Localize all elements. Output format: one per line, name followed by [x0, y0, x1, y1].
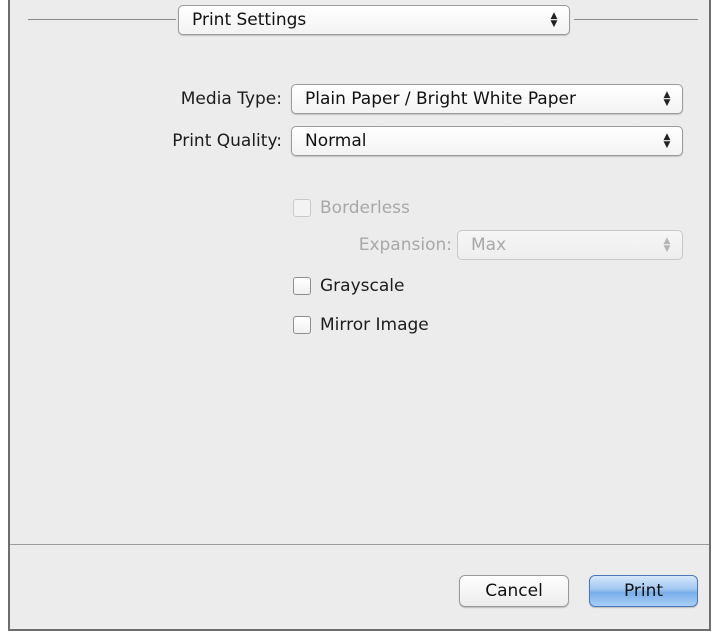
print-dialog: Print Settings ▲ ▼ Media Type: Plain Pape… — [8, 0, 711, 631]
print-quality-value: Normal — [305, 131, 367, 151]
cancel-button-label: Cancel — [485, 581, 543, 601]
borderless-label: Borderless — [320, 198, 410, 218]
expansion-label: Expansion: — [358, 235, 452, 255]
header-separator-left — [28, 19, 176, 20]
print-button-label: Print — [623, 581, 664, 601]
mirror-image-label: Mirror Image — [320, 315, 429, 335]
print-button[interactable]: Print — [589, 575, 698, 607]
borderless-checkbox[interactable] — [293, 199, 311, 217]
mirror-image-checkbox[interactable] — [293, 316, 311, 334]
panel-selector-value: Print Settings — [192, 10, 307, 30]
panel-selector-popup[interactable]: Print Settings ▲ ▼ — [178, 5, 570, 35]
media-type-value: Plain Paper / Bright White Paper — [305, 89, 576, 109]
grayscale-label: Grayscale — [320, 276, 405, 296]
media-type-label: Media Type: — [180, 89, 282, 109]
up-down-arrows-icon: ▲ ▼ — [550, 11, 558, 29]
expansion-popup[interactable]: Max ▲ ▼ — [457, 230, 683, 260]
cancel-button[interactable]: Cancel — [459, 575, 569, 607]
print-quality-label: Print Quality: — [172, 131, 282, 151]
up-down-arrows-icon: ▲ ▼ — [663, 236, 671, 254]
print-quality-popup[interactable]: Normal ▲ ▼ — [291, 126, 683, 156]
up-down-arrows-icon: ▲ ▼ — [663, 90, 671, 108]
expansion-value: Max — [471, 235, 507, 255]
footer-separator — [10, 544, 709, 545]
header-separator-right — [574, 19, 698, 20]
up-down-arrows-icon: ▲ ▼ — [663, 132, 671, 150]
grayscale-checkbox[interactable] — [293, 277, 311, 295]
media-type-popup[interactable]: Plain Paper / Bright White Paper ▲ ▼ — [291, 84, 683, 114]
